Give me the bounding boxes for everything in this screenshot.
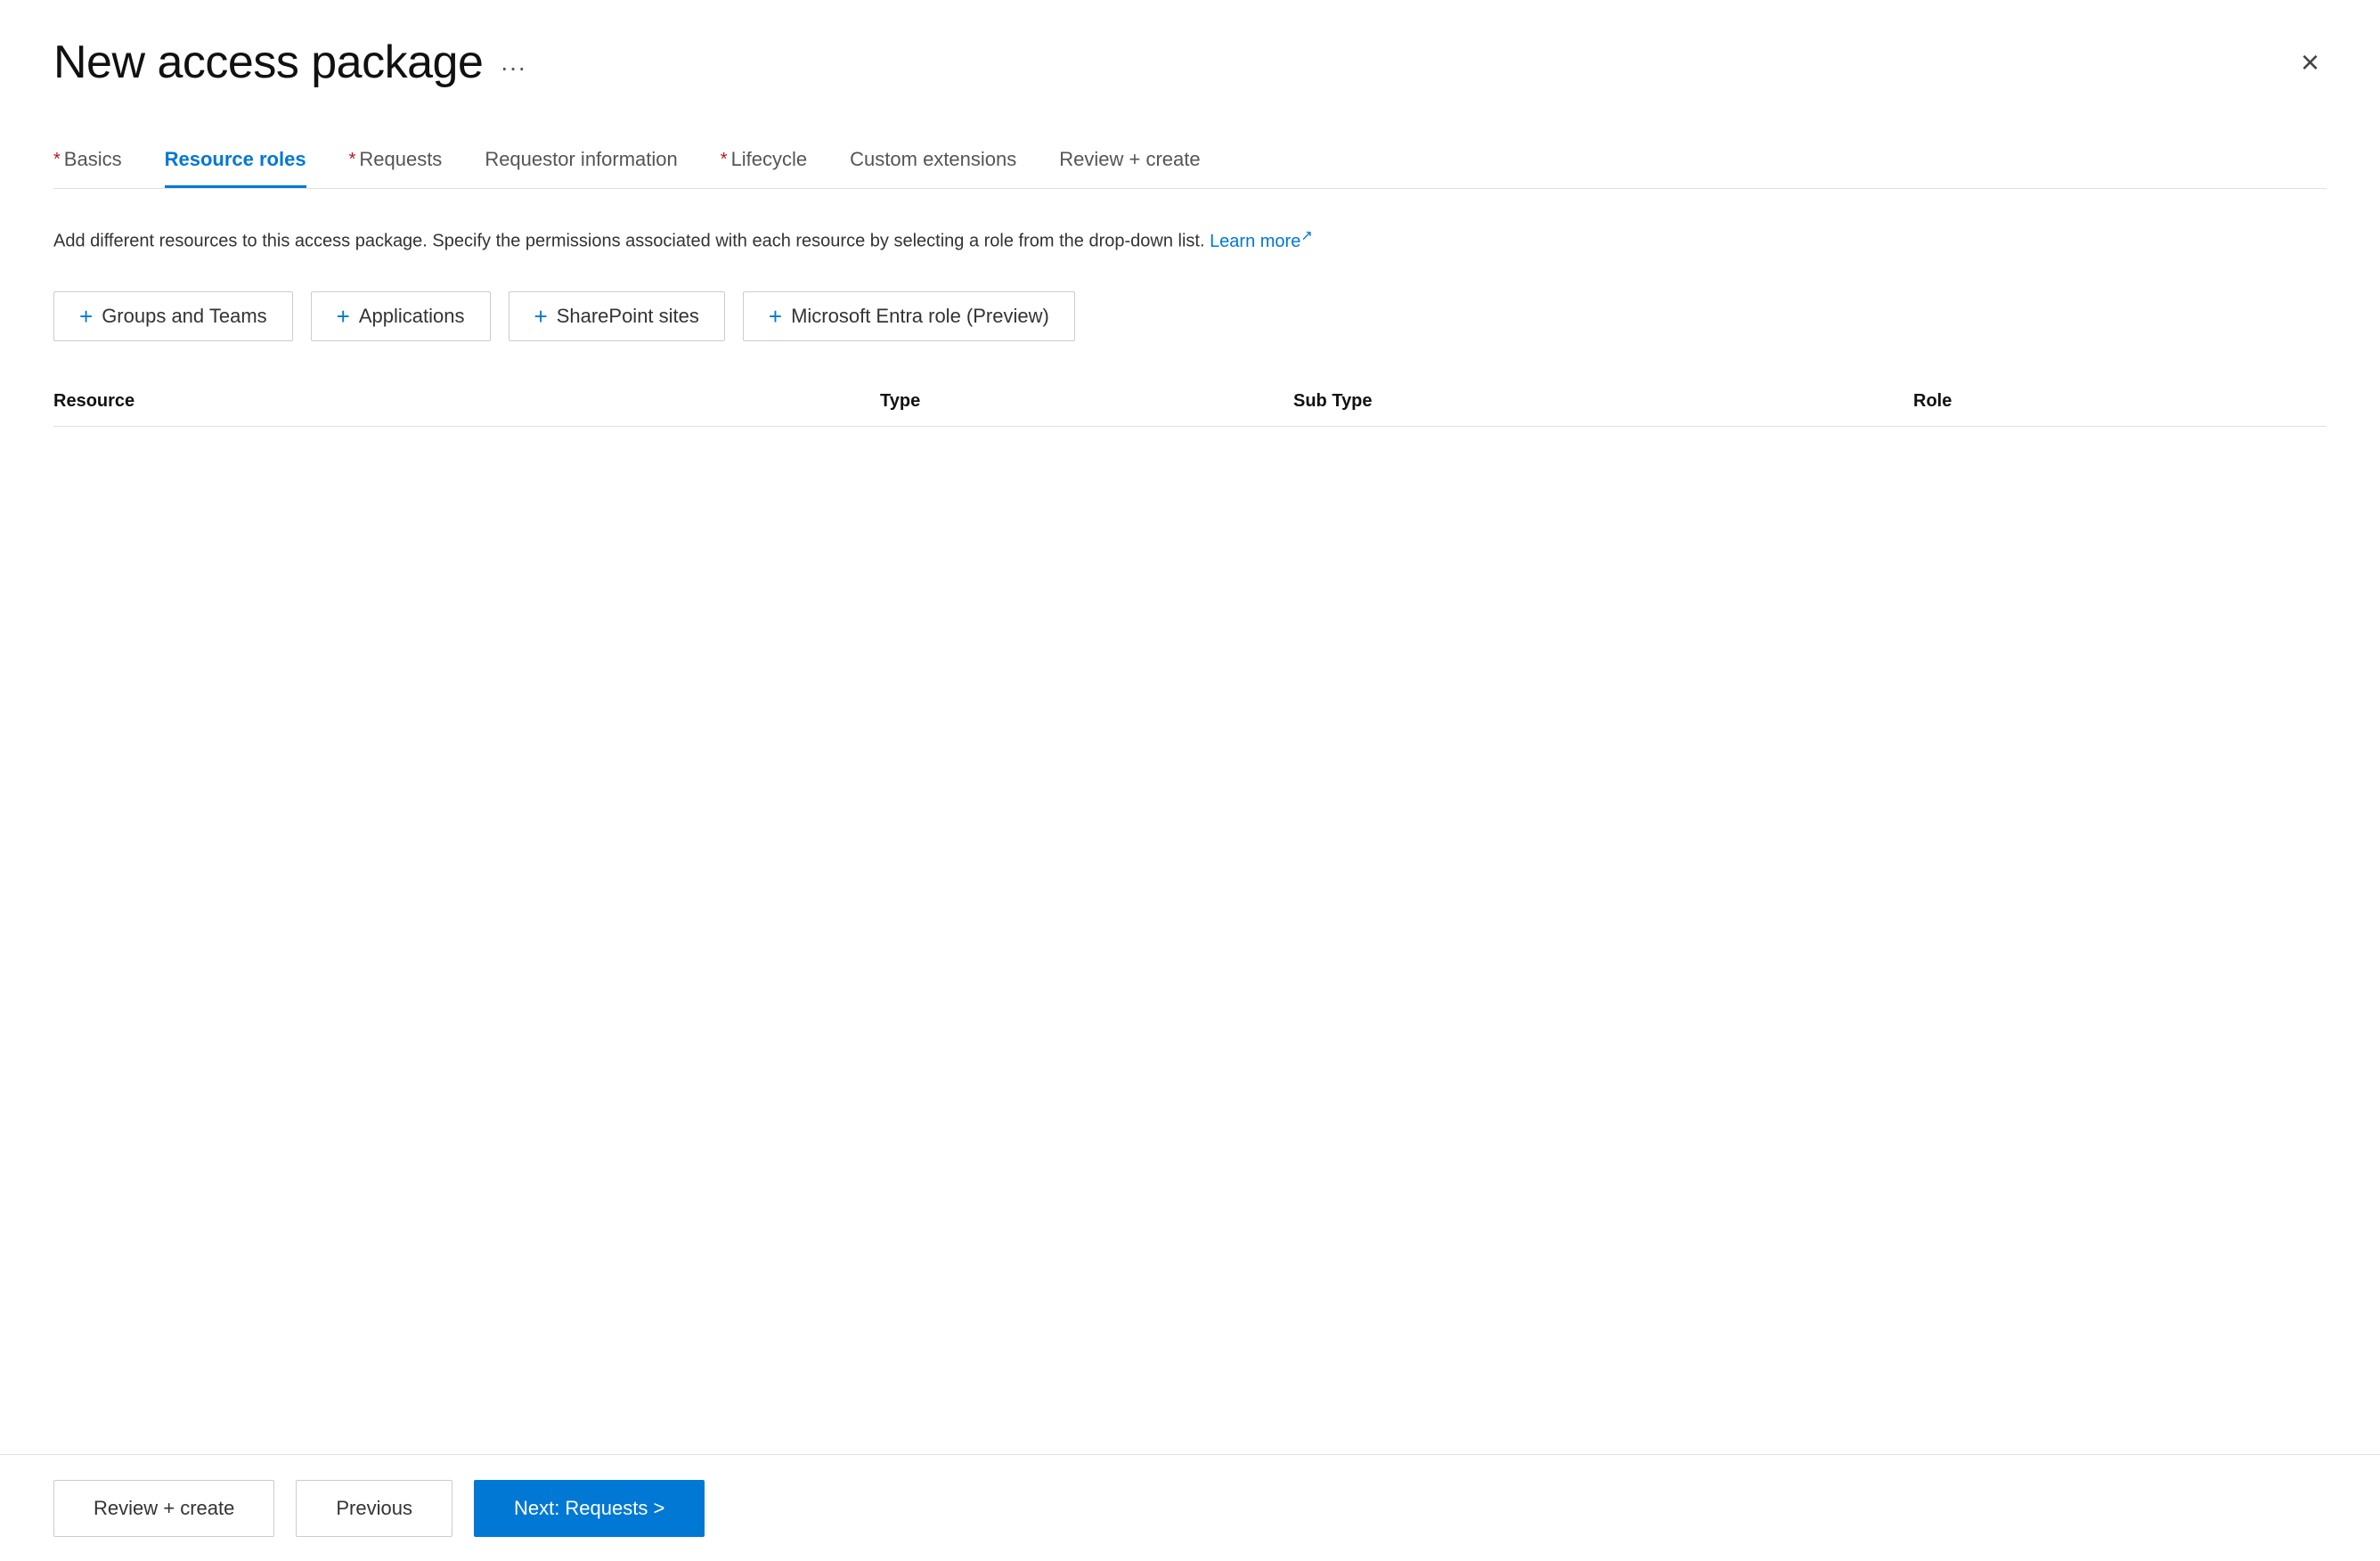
table-header: Resource Type Sub Type Role bbox=[53, 377, 2327, 427]
tabs-row: * Basics Resource roles * Requests Reque… bbox=[53, 134, 2327, 189]
plus-icon-entra: + bbox=[769, 305, 782, 328]
tab-requestor-info[interactable]: Requestor information bbox=[485, 134, 677, 188]
footer: Review + create Previous Next: Requests … bbox=[0, 1454, 2380, 1561]
next-requests-button[interactable]: Next: Requests > bbox=[474, 1480, 705, 1537]
groups-teams-button[interactable]: + Groups and Teams bbox=[53, 291, 293, 341]
page-container: New access package ... × * Basics Resour… bbox=[0, 0, 2380, 1561]
page-title: New access package bbox=[53, 36, 483, 89]
applications-button[interactable]: + Applications bbox=[311, 291, 491, 341]
tab-requests[interactable]: * Requests bbox=[349, 134, 443, 188]
tab-lifecycle[interactable]: * Lifecycle bbox=[721, 134, 807, 188]
required-star-lifecycle: * bbox=[721, 150, 728, 170]
description-text: Add different resources to this access p… bbox=[53, 225, 2327, 256]
col-sub-type: Sub Type bbox=[1293, 391, 1913, 412]
sharepoint-sites-button[interactable]: + SharePoint sites bbox=[509, 291, 725, 341]
tab-custom-extensions[interactable]: Custom extensions bbox=[850, 134, 1016, 188]
col-resource: Resource bbox=[53, 391, 880, 412]
header-left: New access package ... bbox=[53, 36, 527, 89]
required-star-requests: * bbox=[349, 150, 356, 170]
external-link-icon: ↗ bbox=[1300, 228, 1312, 243]
col-role: Role bbox=[1913, 391, 2327, 412]
tab-review-create[interactable]: Review + create bbox=[1059, 134, 1200, 188]
table-body bbox=[53, 427, 2327, 1561]
learn-more-link[interactable]: Learn more↗ bbox=[1210, 232, 1313, 251]
plus-icon-groups: + bbox=[79, 305, 93, 328]
col-type: Type bbox=[880, 391, 1293, 412]
previous-button[interactable]: Previous bbox=[296, 1480, 452, 1537]
close-button[interactable]: × bbox=[2294, 43, 2327, 82]
entra-role-button[interactable]: + Microsoft Entra role (Preview) bbox=[743, 291, 1075, 341]
review-create-button[interactable]: Review + create bbox=[53, 1480, 274, 1537]
plus-icon-sharepoint: + bbox=[534, 305, 548, 328]
plus-icon-applications: + bbox=[337, 305, 350, 328]
header-row: New access package ... × bbox=[53, 36, 2327, 89]
resource-buttons: + Groups and Teams + Applications + Shar… bbox=[53, 291, 2327, 341]
more-options-icon[interactable]: ... bbox=[501, 48, 526, 77]
tab-resource-roles[interactable]: Resource roles bbox=[165, 134, 306, 188]
tab-basics[interactable]: * Basics bbox=[53, 134, 122, 188]
required-star-basics: * bbox=[53, 150, 61, 170]
